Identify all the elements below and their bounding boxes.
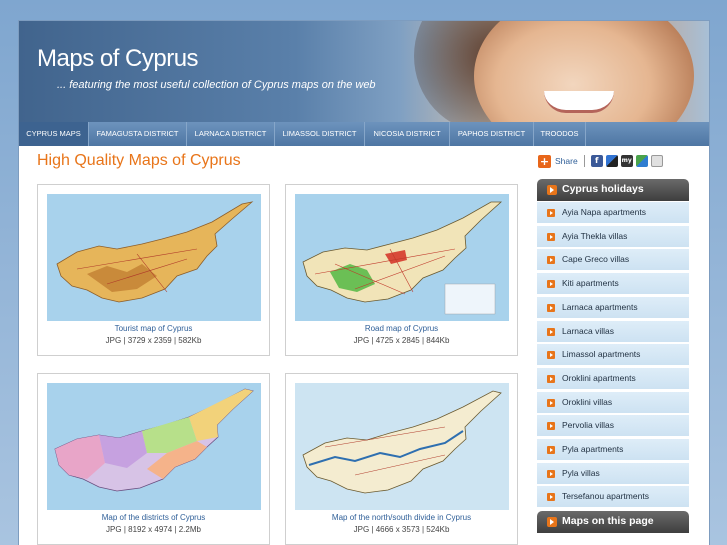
map-card-tourist: Tourist map of Cyprus JPG | 3729 x 2359 … bbox=[37, 184, 270, 356]
more-icon[interactable] bbox=[650, 155, 663, 167]
map-meta-districts: JPG | 8192 x 4974 | 2.2Mb bbox=[106, 525, 201, 534]
sidebar-item-label: Pervolia villas bbox=[562, 420, 614, 430]
sidebar-item-label: Larnaca apartments bbox=[562, 302, 638, 312]
map-thumbnail-tourist[interactable] bbox=[47, 194, 261, 321]
map-card-districts: Map of the districts of Cyprus JPG | 819… bbox=[37, 373, 270, 545]
page-container: Maps of Cyprus ... featuring the most us… bbox=[18, 20, 710, 545]
sidebar-heading-label: Cyprus holidays bbox=[562, 183, 644, 195]
arrow-bullet-icon bbox=[547, 517, 557, 527]
header-photo-smile bbox=[544, 91, 614, 113]
delicious-icon[interactable] bbox=[605, 155, 618, 167]
myspace-icon[interactable]: my bbox=[620, 155, 633, 167]
arrow-bullet-icon bbox=[547, 209, 555, 217]
arrow-bullet-icon bbox=[547, 233, 555, 241]
sidebar-item-7[interactable]: Oroklini apartments bbox=[537, 368, 689, 390]
sidebar-item-label: Oroklini villas bbox=[562, 397, 613, 407]
sidebar-item-label: Ayia Napa apartments bbox=[562, 207, 646, 217]
sidebar-item-11[interactable]: Pyla villas bbox=[537, 463, 689, 485]
map-thumbnail-road[interactable] bbox=[295, 194, 509, 321]
tourist-map-image bbox=[47, 194, 261, 321]
sidebar-heading-label: Maps on this page bbox=[562, 515, 654, 527]
sidebar-item-0[interactable]: Ayia Napa apartments bbox=[537, 202, 689, 224]
arrow-bullet-icon bbox=[547, 375, 555, 383]
facebook-icon[interactable]: f bbox=[590, 155, 603, 167]
google-icon[interactable] bbox=[635, 155, 648, 167]
sidebar-heading-holidays: Cyprus holidays bbox=[537, 179, 689, 201]
divide-map-image bbox=[295, 383, 509, 510]
arrow-bullet-icon bbox=[547, 280, 555, 288]
site-tagline: ... featuring the most useful collection… bbox=[57, 79, 376, 91]
sidebar-item-8[interactable]: Oroklini villas bbox=[537, 392, 689, 414]
sidebar-item-label: Larnaca villas bbox=[562, 326, 614, 336]
nav-item-cyprus-maps[interactable]: CYPRUS MAPS bbox=[19, 122, 89, 146]
sidebar-item-label: Pyla villas bbox=[562, 468, 600, 478]
map-thumbnail-divide[interactable] bbox=[295, 383, 509, 510]
arrow-bullet-icon bbox=[547, 328, 555, 336]
arrow-bullet-icon bbox=[547, 493, 555, 501]
map-caption-road[interactable]: Road map of Cyprus bbox=[286, 324, 517, 333]
share-plus-icon[interactable]: + bbox=[538, 154, 551, 168]
arrow-bullet-icon bbox=[547, 470, 555, 478]
map-meta-road: JPG | 4725 x 2845 | 844Kb bbox=[353, 336, 450, 345]
site-header: Maps of Cyprus ... featuring the most us… bbox=[19, 21, 709, 122]
sidebar-item-3[interactable]: Kiti apartments bbox=[537, 273, 689, 295]
arrow-bullet-icon bbox=[547, 422, 555, 430]
share-bar: + Share f my bbox=[538, 154, 666, 168]
map-meta-divide: JPG | 4666 x 3573 | 524Kb bbox=[353, 525, 450, 534]
nav-item-famagusta[interactable]: FAMAGUSTA DISTRICT bbox=[89, 122, 187, 146]
site-title[interactable]: Maps of Cyprus bbox=[37, 45, 199, 73]
arrow-bullet-icon bbox=[547, 351, 555, 359]
road-map-image bbox=[295, 194, 509, 321]
sidebar-item-label: Tersefanou apartments bbox=[562, 491, 649, 501]
share-label[interactable]: Share bbox=[555, 156, 578, 166]
map-thumbnail-districts[interactable] bbox=[47, 383, 261, 510]
arrow-bullet-icon bbox=[547, 185, 557, 195]
arrow-bullet-icon bbox=[547, 256, 555, 264]
map-caption-tourist[interactable]: Tourist map of Cyprus bbox=[38, 324, 269, 333]
map-caption-districts[interactable]: Map of the districts of Cyprus bbox=[38, 513, 269, 522]
sidebar-item-12[interactable]: Tersefanou apartments bbox=[537, 486, 689, 508]
sidebar-item-2[interactable]: Cape Greco villas bbox=[537, 249, 689, 271]
map-meta-tourist: JPG | 3729 x 2359 | 582Kb bbox=[105, 336, 202, 345]
arrow-bullet-icon bbox=[547, 399, 555, 407]
sidebar-item-label: Kiti apartments bbox=[562, 278, 619, 288]
sidebar-item-label: Oroklini apartments bbox=[562, 373, 636, 383]
sidebar-item-label: Ayia Thekla villas bbox=[562, 231, 628, 241]
page-title: High Quality Maps of Cyprus bbox=[37, 152, 241, 169]
arrow-bullet-icon bbox=[547, 446, 555, 454]
sidebar-item-5[interactable]: Larnaca villas bbox=[537, 321, 689, 343]
map-card-divide: Map of the north/south divide in Cyprus … bbox=[285, 373, 518, 545]
nav-item-paphos[interactable]: PAPHOS DISTRICT bbox=[450, 122, 534, 146]
map-card-road: Road map of Cyprus JPG | 4725 x 2845 | 8… bbox=[285, 184, 518, 356]
sidebar-item-9[interactable]: Pervolia villas bbox=[537, 415, 689, 437]
main-nav: CYPRUS MAPS FAMAGUSTA DISTRICT LARNACA D… bbox=[19, 122, 709, 146]
sidebar-item-6[interactable]: Limassol apartments bbox=[537, 344, 689, 366]
sidebar-item-10[interactable]: Pyla apartments bbox=[537, 439, 689, 461]
sidebar-item-1[interactable]: Ayia Thekla villas bbox=[537, 226, 689, 248]
share-divider bbox=[583, 155, 585, 167]
nav-item-larnaca[interactable]: LARNACA DISTRICT bbox=[187, 122, 275, 146]
nav-item-limassol[interactable]: LIMASSOL DISTRICT bbox=[275, 122, 365, 146]
map-caption-divide[interactable]: Map of the north/south divide in Cyprus bbox=[286, 513, 517, 522]
nav-item-troodos[interactable]: TROODOS bbox=[534, 122, 586, 146]
sidebar-item-label: Cape Greco villas bbox=[562, 254, 630, 264]
arrow-bullet-icon bbox=[547, 304, 555, 312]
sidebar-heading-maps: Maps on this page bbox=[537, 511, 689, 533]
sidebar-item-label: Limassol apartments bbox=[562, 349, 641, 359]
nav-item-nicosia[interactable]: NICOSIA DISTRICT bbox=[365, 122, 450, 146]
sidebar-item-label: Pyla apartments bbox=[562, 444, 624, 454]
districts-map-image bbox=[47, 383, 261, 510]
sidebar-item-4[interactable]: Larnaca apartments bbox=[537, 297, 689, 319]
